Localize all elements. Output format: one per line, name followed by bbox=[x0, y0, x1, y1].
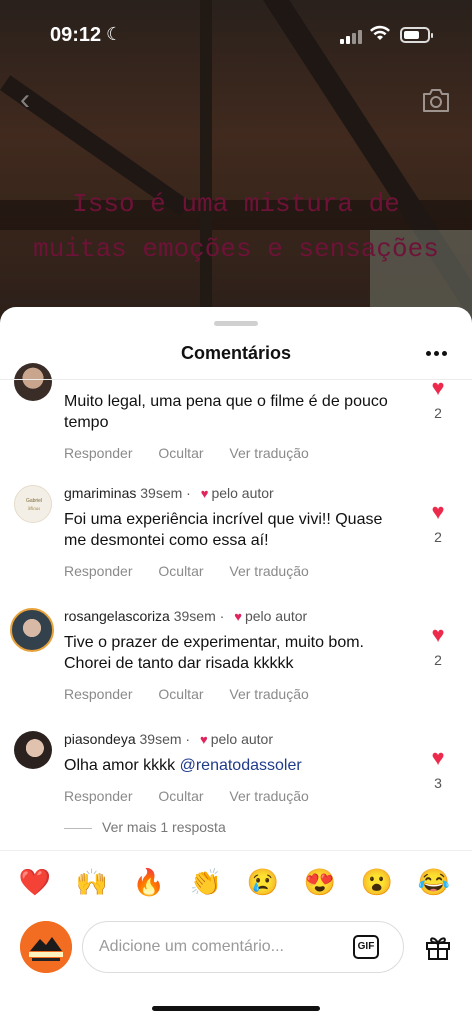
like-heart-icon[interactable]: ♥ bbox=[426, 747, 450, 769]
heart-emoji-button[interactable]: ❤️ bbox=[15, 865, 55, 899]
like-count: 2 bbox=[434, 652, 442, 668]
divider bbox=[64, 827, 92, 829]
comment-input-container: GIF bbox=[82, 921, 404, 973]
avatar[interactable] bbox=[10, 608, 54, 652]
comment-text: Foi uma experiência incrível que vivi!! … bbox=[64, 511, 383, 549]
translate-button[interactable]: Ver tradução bbox=[229, 563, 308, 579]
comments-sheet: Comentários Muito legal, uma pena que o … bbox=[0, 307, 472, 1024]
author-heart-icon: ♥ bbox=[234, 609, 242, 624]
hide-button[interactable]: Ocultar bbox=[158, 445, 203, 461]
reply-button[interactable]: Responder bbox=[64, 445, 133, 461]
translate-button[interactable]: Ver tradução bbox=[229, 788, 308, 804]
author-heart-icon: ♥ bbox=[200, 732, 208, 747]
like-count: 2 bbox=[434, 405, 442, 421]
hide-button[interactable]: Ocultar bbox=[158, 563, 203, 579]
comment-text: Tive o prazer de experimentar, muito bom… bbox=[64, 634, 364, 672]
like-count: 3 bbox=[434, 775, 442, 791]
author-like-label: pelo autor bbox=[211, 485, 274, 501]
svg-text:Gabriel: Gabriel bbox=[26, 498, 42, 504]
svg-text:Minas: Minas bbox=[27, 507, 41, 512]
comment-time: 39sem bbox=[139, 731, 182, 747]
comment-actions: Responder Ocultar Ver tradução bbox=[64, 445, 404, 463]
comment-input[interactable] bbox=[99, 934, 339, 960]
comment-actions: Responder Ocultar Ver tradução bbox=[64, 563, 404, 581]
video-caption-text: Isso é uma mistura de muitas emoções e s… bbox=[33, 189, 439, 264]
crying-emoji-button[interactable]: 😢 bbox=[243, 865, 283, 899]
signal-icon bbox=[340, 28, 364, 44]
comment-username[interactable]: rosangelascoriza bbox=[64, 608, 170, 624]
reply-button[interactable]: Responder bbox=[64, 788, 133, 804]
author-like-label: pelo autor bbox=[244, 608, 308, 624]
comment-meta: piasondeya 39sem · ♥ pelo autor bbox=[64, 731, 273, 747]
raising-hands-emoji-button[interactable]: 🙌 bbox=[72, 865, 112, 899]
hide-button[interactable]: Ocultar bbox=[158, 686, 203, 702]
surprised-emoji-button[interactable]: 😮 bbox=[357, 865, 397, 899]
reply-button[interactable]: Responder bbox=[64, 686, 133, 702]
comment-text-body: Olha amor kkkk bbox=[64, 757, 180, 774]
sheet-drag-handle[interactable] bbox=[214, 321, 258, 326]
translate-button[interactable]: Ver tradução bbox=[229, 686, 308, 702]
comment-username[interactable]: gmariminas bbox=[64, 485, 136, 501]
emoji-quick-bar: ❤️ 🙌 🔥 👏 😢 😍 😮 😂 bbox=[0, 850, 472, 920]
avatar[interactable] bbox=[14, 731, 52, 769]
more-options-icon[interactable] bbox=[426, 351, 448, 357]
like-heart-icon[interactable]: ♥ bbox=[426, 624, 450, 646]
mention-link[interactable]: @renatodassoler bbox=[180, 757, 302, 774]
comment-actions: Responder Ocultar Ver tradução bbox=[64, 686, 404, 704]
home-indicator[interactable] bbox=[152, 1006, 320, 1011]
status-bar: 09:12 ☾ bbox=[0, 0, 472, 70]
clapping-emoji-button[interactable]: 👏 bbox=[186, 865, 226, 899]
back-chevron-icon[interactable]: ‹ bbox=[20, 85, 40, 115]
avatar[interactable] bbox=[14, 363, 52, 401]
like-count: 2 bbox=[434, 529, 442, 545]
status-time: 09:12 bbox=[50, 24, 102, 46]
hide-button[interactable]: Ocultar bbox=[158, 788, 203, 804]
comment-meta: gmariminas 39sem · ♥ pelo autor bbox=[64, 485, 274, 501]
battery-icon bbox=[400, 27, 433, 43]
like-heart-icon[interactable]: ♥ bbox=[426, 501, 450, 523]
reply-button[interactable]: Responder bbox=[64, 563, 133, 579]
comment-time: 39sem bbox=[173, 608, 216, 624]
author-heart-icon: ♥ bbox=[200, 486, 209, 501]
sheet-title: Comentários bbox=[180, 343, 292, 363]
avatar[interactable]: Gabriel Minas bbox=[14, 485, 52, 523]
gif-button[interactable]: GIF bbox=[353, 935, 379, 959]
view-more-replies-button[interactable]: Ver mais 1 resposta bbox=[64, 819, 226, 835]
laughing-emoji-button[interactable]: 😂 bbox=[414, 865, 454, 899]
divider bbox=[0, 379, 472, 380]
avatar bbox=[20, 921, 72, 973]
comment-username[interactable]: piasondeya bbox=[64, 731, 136, 747]
heart-eyes-emoji-button[interactable]: 😍 bbox=[300, 865, 340, 899]
moon-icon: ☾ bbox=[106, 24, 123, 44]
wifi-icon bbox=[370, 25, 390, 40]
author-like-label: pelo autor bbox=[210, 731, 273, 747]
translate-button[interactable]: Ver tradução bbox=[229, 445, 308, 461]
comment-time: 39sem bbox=[140, 485, 183, 501]
comment-meta: rosangelascoriza 39sem · ♥ pelo autor bbox=[64, 608, 308, 624]
comment-actions: Responder Ocultar Ver tradução bbox=[64, 788, 404, 806]
like-heart-icon[interactable]: ♥ bbox=[426, 377, 450, 399]
gift-icon[interactable] bbox=[424, 933, 452, 961]
comment-text: Muito legal, uma pena que o filme é de p… bbox=[64, 393, 388, 431]
fire-emoji-button[interactable]: 🔥 bbox=[129, 865, 169, 899]
comment-composer: GIF bbox=[0, 915, 472, 985]
comment-text: Olha amor kkkk @renatodassoler bbox=[64, 755, 404, 776]
camera-icon[interactable] bbox=[421, 86, 451, 114]
view-more-label: Ver mais 1 resposta bbox=[102, 819, 226, 835]
